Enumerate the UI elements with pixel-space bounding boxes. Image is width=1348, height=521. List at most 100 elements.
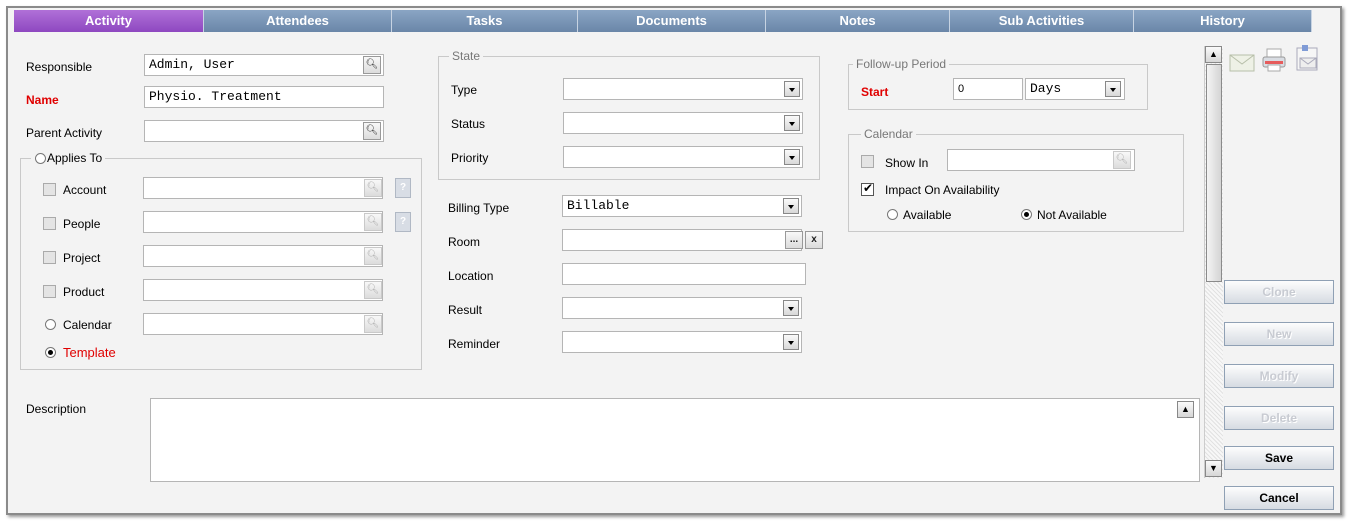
show-in-checkbox[interactable] <box>861 155 874 168</box>
chevron-down-icon[interactable] <box>783 334 799 350</box>
room-field[interactable] <box>562 229 802 251</box>
location-label: Location <box>448 269 494 283</box>
priority-select[interactable] <box>563 146 803 168</box>
account-field[interactable] <box>143 177 383 199</box>
description-label: Description <box>26 402 87 416</box>
room-label: Room <box>448 235 481 249</box>
type-label: Type <box>451 83 478 97</box>
help-icon[interactable]: ? <box>395 178 411 198</box>
tab-attendees[interactable]: Attendees <box>204 10 392 32</box>
new-button[interactable]: New <box>1224 322 1334 346</box>
chevron-down-icon[interactable] <box>784 149 800 165</box>
available-radio[interactable] <box>887 209 898 220</box>
start-field[interactable]: 0 <box>953 78 1023 100</box>
description-textarea[interactable]: ▲ <box>150 398 1200 482</box>
scroll-down-icon[interactable]: ▼ <box>1205 460 1222 477</box>
form-scrollbar[interactable]: ▲ ▼ <box>1204 46 1223 478</box>
activity-window: Activity Attendees Tasks Documents Notes… <box>6 6 1342 515</box>
available-label: Available <box>903 208 952 222</box>
print-icon[interactable] <box>1260 46 1290 74</box>
template-label: Template <box>63 345 116 360</box>
chevron-down-icon[interactable] <box>784 115 800 131</box>
impact-availability-label: Impact On Availability <box>885 183 1000 197</box>
not-available-radio[interactable] <box>1021 209 1032 220</box>
product-label: Product <box>63 285 105 299</box>
responsible-label: Responsible <box>26 60 93 74</box>
clone-button[interactable]: Clone <box>1224 280 1334 304</box>
scroll-up-icon[interactable]: ▲ <box>1177 401 1194 418</box>
reminder-label: Reminder <box>448 337 501 351</box>
tab-activity[interactable]: Activity <box>14 10 204 32</box>
save-button[interactable]: Save <box>1224 446 1334 470</box>
applies-to-radio[interactable] <box>35 153 46 164</box>
cancel-button[interactable]: Cancel <box>1224 486 1334 510</box>
room-browse-button[interactable]: ... <box>785 231 803 249</box>
people-label: People <box>63 217 101 231</box>
applies-to-group: Applies To Account 🔍︎ ? People 🔍︎ ? Proj… <box>20 151 422 370</box>
project-label: Project <box>63 251 101 265</box>
tab-sub-activities[interactable]: Sub Activities <box>950 10 1134 32</box>
tab-tasks[interactable]: Tasks <box>392 10 578 32</box>
search-icon[interactable]: 🔍︎ <box>364 247 382 265</box>
search-icon[interactable]: 🔍︎ <box>364 179 382 197</box>
tab-bar: Activity Attendees Tasks Documents Notes… <box>14 10 1312 32</box>
reminder-select[interactable] <box>562 331 802 353</box>
people-field[interactable] <box>143 211 383 233</box>
start-label: Start <box>861 85 889 99</box>
scroll-up-icon[interactable]: ▲ <box>1205 46 1222 63</box>
help-icon[interactable]: ? <box>395 212 411 232</box>
search-icon[interactable]: 🔍︎ <box>363 56 381 74</box>
impact-availability-checkbox[interactable] <box>861 181 874 196</box>
chevron-down-icon[interactable] <box>784 81 800 97</box>
applies-to-label: Applies To <box>47 151 103 165</box>
scrollbar-thumb[interactable] <box>1206 64 1222 282</box>
name-field[interactable]: Physio. Treatment <box>144 86 384 108</box>
people-checkbox[interactable] <box>43 217 56 230</box>
search-icon[interactable]: 🔍︎ <box>363 122 381 140</box>
not-available-label: Not Available <box>1037 208 1107 222</box>
search-icon[interactable]: 🔍︎ <box>1113 151 1131 169</box>
tab-history[interactable]: History <box>1134 10 1312 32</box>
calendar-label: Calendar <box>63 318 112 332</box>
project-field[interactable] <box>143 245 383 267</box>
calendar-legend: Calendar <box>861 127 916 141</box>
search-icon[interactable]: 🔍︎ <box>364 281 382 299</box>
name-label: Name <box>26 93 59 107</box>
chevron-down-icon[interactable] <box>783 198 799 214</box>
parent-activity-field[interactable] <box>144 120 384 142</box>
show-in-label: Show In <box>885 156 929 170</box>
calendar-radio[interactable] <box>45 319 56 330</box>
tab-documents[interactable]: Documents <box>578 10 766 32</box>
modify-button[interactable]: Modify <box>1224 364 1334 388</box>
parent-activity-label: Parent Activity <box>26 126 103 140</box>
template-radio[interactable] <box>45 347 56 358</box>
send-invitation-icon[interactable] <box>1292 44 1322 74</box>
search-icon[interactable]: 🔍︎ <box>364 213 382 231</box>
chevron-down-icon[interactable] <box>783 300 799 316</box>
location-field[interactable] <box>562 263 806 285</box>
product-checkbox[interactable] <box>43 285 56 298</box>
tab-notes[interactable]: Notes <box>766 10 950 32</box>
email-icon[interactable] <box>1228 48 1256 74</box>
state-legend: State <box>449 49 484 63</box>
search-icon[interactable]: 🔍︎ <box>364 315 382 333</box>
chevron-down-icon[interactable] <box>1105 81 1121 97</box>
state-group: State Type Status Priority <box>438 49 820 180</box>
status-select[interactable] <box>563 112 803 134</box>
status-label: Status <box>451 117 486 131</box>
product-field[interactable] <box>143 279 383 301</box>
billing-type-select[interactable]: Billable <box>562 195 802 217</box>
priority-label: Priority <box>451 151 489 165</box>
account-checkbox[interactable] <box>43 183 56 196</box>
show-in-field[interactable] <box>947 149 1135 171</box>
follow-up-group: Follow-up Period Start 0 Days <box>848 57 1148 110</box>
account-label: Account <box>63 183 107 197</box>
calendar-field[interactable] <box>143 313 383 335</box>
responsible-field[interactable]: Admin, User <box>144 54 384 76</box>
project-checkbox[interactable] <box>43 251 56 264</box>
room-clear-button[interactable]: x <box>805 231 823 249</box>
result-select[interactable] <box>562 297 802 319</box>
delete-button[interactable]: Delete <box>1224 406 1334 430</box>
type-select[interactable] <box>563 78 803 100</box>
follow-up-legend: Follow-up Period <box>853 57 950 71</box>
